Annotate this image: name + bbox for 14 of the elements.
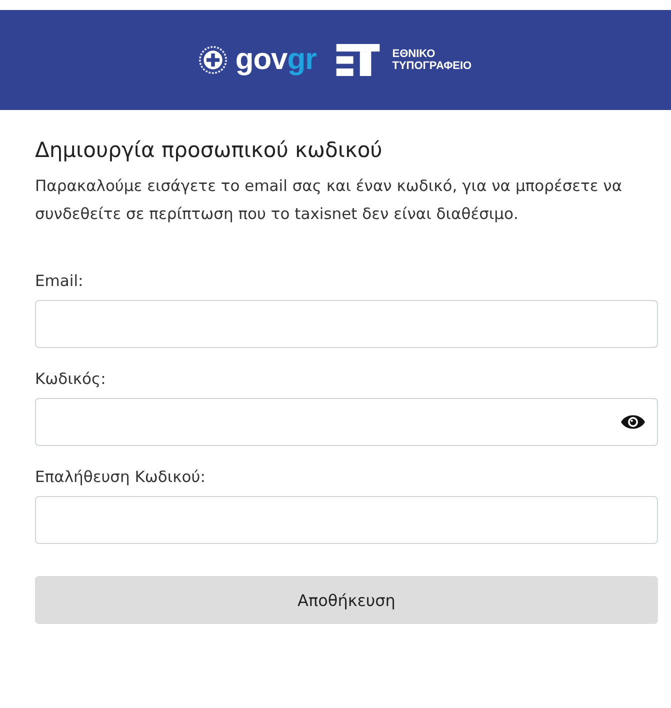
field-label: Επαλήθευση Κωδικού: <box>35 468 206 486</box>
field-label: Email: <box>35 272 84 290</box>
emblem-icon <box>199 46 228 74</box>
password-field[interactable] <box>35 398 658 446</box>
field-label: Κωδικός: <box>35 370 107 388</box>
show-password-icon[interactable] <box>621 414 645 430</box>
input-field[interactable] <box>35 300 658 348</box>
input-field[interactable] <box>35 496 658 544</box>
publisher-logo-icon <box>336 44 380 76</box>
page-title: Δημιουργία προσωπικού κωδικού <box>35 138 384 162</box>
publisher-name: ΕΘΝΙΚΟ ΤΥΠΟΓΡΑΦΕΙΟ <box>392 48 472 72</box>
intro-text: Παρακαλούμε εισάγετε το email σας και έναν κωδικό, για να μπορέσετε να συνδεθείτε σε περίπτωση που το taxisnet δεν είναι διαθέσιμο. <box>35 176 624 225</box>
logo-text: govgr <box>235 43 316 77</box>
save-button[interactable]: Αποθήκευση <box>35 576 658 624</box>
